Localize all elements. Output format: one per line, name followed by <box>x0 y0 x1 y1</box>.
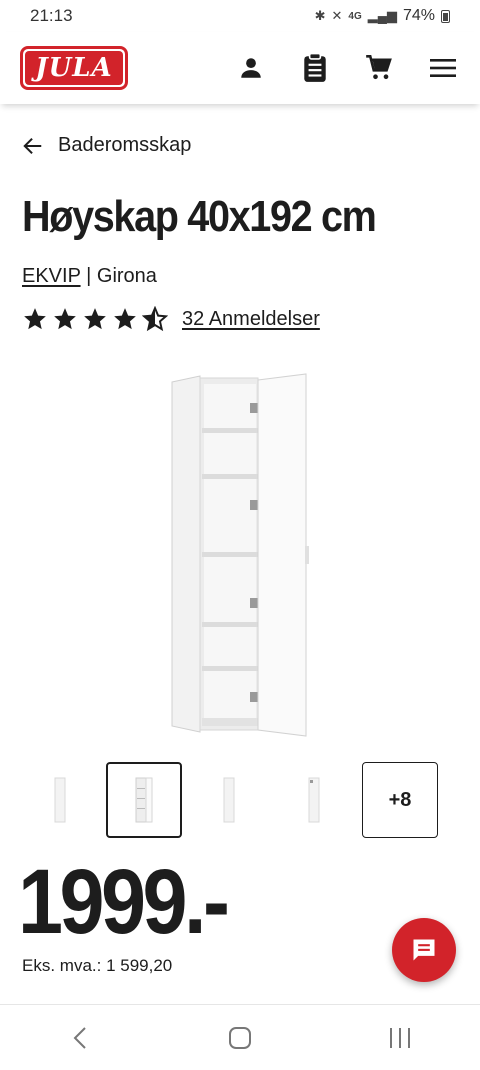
star-full-icon <box>54 308 76 330</box>
account-icon[interactable] <box>234 51 268 85</box>
mute-icon: ✕ <box>331 8 343 23</box>
chat-icon <box>413 939 435 961</box>
image-thumbnails: +8 <box>0 762 480 838</box>
network-label: 4G <box>348 10 362 22</box>
recents-nav-button[interactable] <box>370 1013 430 1063</box>
star-full-icon <box>24 308 46 330</box>
product-title: Høyskap 40x192 cm <box>22 192 377 241</box>
home-icon <box>229 1026 251 1049</box>
price: 1999.- <box>18 851 230 953</box>
star-full-icon <box>114 308 136 330</box>
status-bar: 21:13 ✱ ✕ 4G ▂▄▆ 74% <box>0 0 480 32</box>
brand-link[interactable]: EKVIP <box>22 265 81 287</box>
arrow-back-icon <box>23 137 42 154</box>
reviews-link[interactable]: 32 Anmeldelser <box>182 308 320 331</box>
rating: 32 Anmeldelser <box>22 306 320 332</box>
recents-icon <box>390 1027 410 1048</box>
brand-separator: | <box>86 265 92 287</box>
status-icons: ✱ ✕ 4G ▂▄▆ 74% <box>315 7 450 25</box>
menu-icon[interactable] <box>426 51 460 85</box>
more-images-button[interactable]: +8 <box>362 762 438 838</box>
breadcrumb[interactable]: Baderomsskap <box>22 134 191 157</box>
star-full-icon <box>84 308 106 330</box>
series-name: Girona <box>96 265 157 287</box>
thumbnail[interactable] <box>22 762 98 838</box>
chevron-left-icon <box>73 1026 86 1049</box>
product-image[interactable] <box>160 370 320 740</box>
chat-button[interactable] <box>392 918 456 982</box>
price-ex-vat: Eks. mva.: 1 599,20 <box>22 956 173 975</box>
system-nav-bar <box>0 1005 480 1070</box>
thumbnail[interactable] <box>191 762 267 838</box>
header-icons <box>234 51 460 85</box>
status-time: 21:13 <box>30 6 73 25</box>
star-half-icon <box>142 306 168 332</box>
app-header: JULA <box>0 32 480 104</box>
jula-logo[interactable]: JULA <box>20 46 128 90</box>
rating-stars <box>22 306 168 332</box>
more-images-label: +8 <box>388 788 412 811</box>
home-nav-button[interactable] <box>210 1013 270 1063</box>
logo-text: JULA <box>25 51 123 85</box>
battery-percent: 74% <box>402 7 435 24</box>
breadcrumb-label: Baderomsskap <box>58 134 192 156</box>
thumbnail-selected[interactable] <box>106 762 182 838</box>
signal-icon: ▂▄▆ <box>367 8 397 23</box>
thumbnail[interactable] <box>276 762 352 838</box>
bluetooth-icon: ✱ <box>314 8 326 23</box>
battery-icon <box>441 9 450 23</box>
brand-line: EKVIP | Girona <box>22 265 157 288</box>
back-nav-button[interactable] <box>50 1013 110 1063</box>
shopping-list-icon[interactable] <box>298 51 332 85</box>
cart-icon[interactable] <box>362 51 396 85</box>
